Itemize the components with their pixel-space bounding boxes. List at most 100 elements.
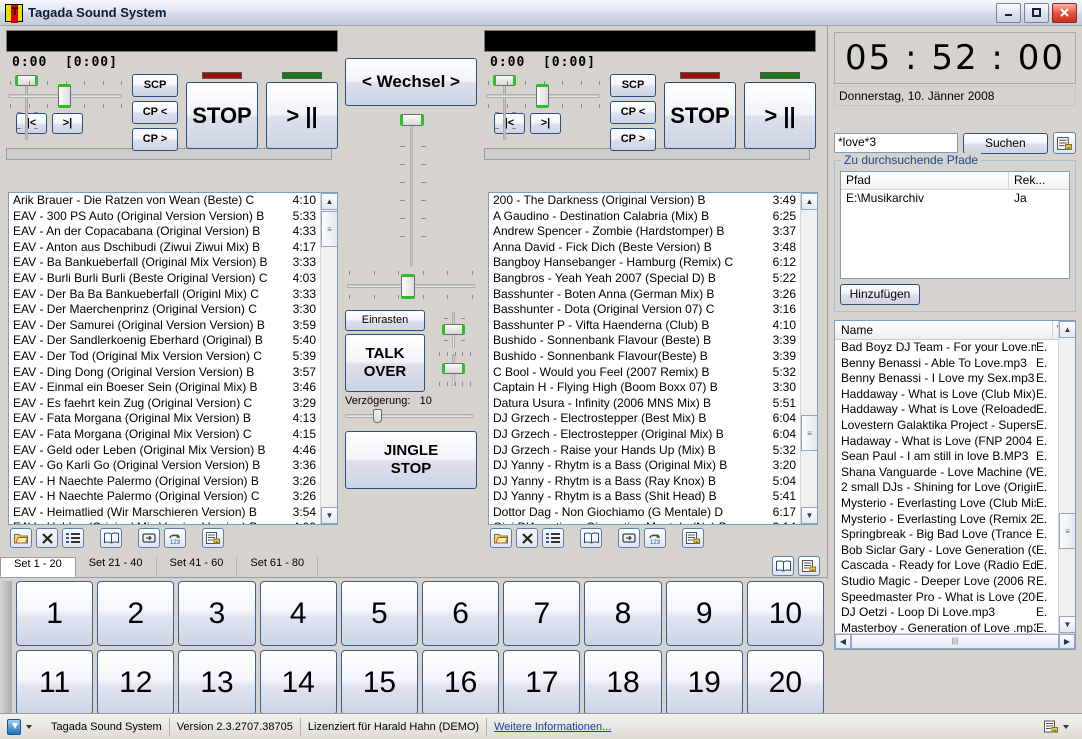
result-row[interactable]: Benny Benassi - Able To Love.mp3E. xyxy=(835,356,1058,372)
deck-right-cp-prev-button[interactable]: CP < xyxy=(610,101,656,124)
playlist-track-row[interactable]: Captain H - Flying High (Boom Boxx 07) B… xyxy=(489,380,800,396)
shuffle-123-icon[interactable]: 123 xyxy=(644,528,666,548)
playlist-track-row[interactable]: DJ Grzech - Electrostepper (Best Mix) B6… xyxy=(489,411,800,427)
statusbar-properties-icon[interactable] xyxy=(1044,720,1058,733)
pad-button-6[interactable]: 6 xyxy=(422,581,499,646)
result-row[interactable]: Bob Siclar Gary - Love Generation (Orig.… xyxy=(835,543,1058,559)
set-tab-1[interactable]: Set 1 - 20 xyxy=(0,557,76,577)
deck-right-scp-button[interactable]: SCP xyxy=(610,74,656,97)
paths-grid[interactable]: Pfad Rek... E:\Musikarchiv Ja xyxy=(840,171,1070,279)
playlist-track-row[interactable]: EAV - Ba Bankueberfall (Original Mix Ver… xyxy=(9,255,320,271)
pad-button-7[interactable]: 7 xyxy=(503,581,580,646)
playlist-track-row[interactable]: EAV - Es faehrt kein Zug (Original Versi… xyxy=(9,396,320,412)
search-input[interactable]: *love*3 xyxy=(834,133,958,153)
result-row[interactable]: Haddaway - What is Love (Reloaded ...E. xyxy=(835,402,1058,418)
deck-left-play-pause-button[interactable]: > || xyxy=(266,82,338,149)
deck-right-next-button[interactable]: >| xyxy=(530,113,561,134)
scroll-up-icon[interactable]: ▲ xyxy=(1059,321,1076,338)
deck-right-pitch-thumb[interactable] xyxy=(536,84,549,108)
open-folder-icon[interactable] xyxy=(490,528,512,548)
deck-left-next-button[interactable]: >| xyxy=(52,113,83,134)
playlist-track-row[interactable]: Dottor Dag - Non Giochiamo (G Mentale) D… xyxy=(489,505,800,521)
playlist-track-row[interactable]: Arik Brauer - Die Ratzen von Wean (Beste… xyxy=(9,193,320,209)
result-row[interactable]: DJ Oetzi - Loop Di Love.mp3E. xyxy=(835,605,1058,621)
deck-left-stop-button[interactable]: STOP xyxy=(186,82,258,149)
properties-icon[interactable] xyxy=(798,556,820,576)
pad-button-8[interactable]: 8 xyxy=(584,581,661,646)
playlist-track-row[interactable]: EAV - Heimatlied (Wir Marschieren Versio… xyxy=(9,505,320,521)
playlist-track-row[interactable]: EAV - Der Ba Ba Bankueberfall (Originl M… xyxy=(9,287,320,303)
result-row[interactable]: Haddaway - What is Love (Club Mix).mp3E. xyxy=(835,387,1058,403)
playlist-track-row[interactable]: EAV - Der Tod (Original Mix Version Vers… xyxy=(9,349,320,365)
playlist-track-row[interactable]: Gigi D'Agostino - Ginnastica Mentale (No… xyxy=(489,520,800,524)
crossfade-vertical-thumb[interactable] xyxy=(400,114,424,126)
pad-button-15[interactable]: 15 xyxy=(341,650,418,715)
repeat-icon[interactable] xyxy=(618,528,640,548)
result-row[interactable]: Shana Vanguarde - Love Machine (Wo...E. xyxy=(835,465,1058,481)
playlist-track-row[interactable]: DJ Grzech - Raise your Hands Up (Mix) B5… xyxy=(489,443,800,459)
playlist-track-row[interactable]: EAV - Anton aus Dschibudi (Ziwui Ziwui M… xyxy=(9,240,320,256)
playlist-track-row[interactable]: EAV - H Naechte Palermo (Original Versio… xyxy=(9,474,320,490)
statusbar-more-info-link[interactable]: Weitere Informationen... xyxy=(494,721,611,733)
result-row[interactable]: Mysterio - Everlasting Love (Remix 200..… xyxy=(835,512,1058,528)
result-row[interactable]: Hadaway - What is Love (FNP 2004 R...E. xyxy=(835,434,1058,450)
deck-left-prev-button[interactable]: |< xyxy=(16,113,47,134)
close-button[interactable] xyxy=(1052,3,1077,23)
result-row[interactable]: Speedmaster Pro - What is Love (2007)...… xyxy=(835,590,1058,606)
playlist-track-row[interactable]: A Gaudino - Destination Calabria (Mix) B… xyxy=(489,209,800,225)
deck-left-pitch-thumb[interactable] xyxy=(58,84,71,108)
paths-col-pfad[interactable]: Pfad xyxy=(841,172,1009,189)
result-row[interactable]: Cascada - Ready for Love (Radio Edit) ..… xyxy=(835,558,1058,574)
result-row[interactable]: Sean Paul - I am still in love B.MP3E. xyxy=(835,449,1058,465)
playlist-track-row[interactable]: EAV - Go Karli Go (Original Version Vers… xyxy=(9,458,320,474)
clear-list-icon[interactable] xyxy=(516,528,538,548)
scroll-down-icon[interactable]: ▼ xyxy=(1059,616,1076,633)
playlist-right-scroll-thumb[interactable]: ≡ xyxy=(801,415,818,451)
playlist-track-row[interactable]: DJ Yanny - Rhytm is a Bass (Shit Head) B… xyxy=(489,489,800,505)
pad-button-16[interactable]: 16 xyxy=(422,650,499,715)
results-hscrollbar[interactable]: ◀ |||| ▶ xyxy=(835,633,1075,649)
scroll-left-icon[interactable]: ◀ xyxy=(835,634,851,649)
pad-button-9[interactable]: 9 xyxy=(666,581,743,646)
playlist-track-row[interactable]: Bangbros - Yeah Yeah 2007 (Special D) B5… xyxy=(489,271,800,287)
minimize-button[interactable] xyxy=(996,3,1021,23)
wechsel-button[interactable]: < Wechsel > xyxy=(345,58,477,106)
set-tab-2[interactable]: Set 21 - 40 xyxy=(76,557,157,577)
playlist-track-row[interactable]: EAV - Geld oder Leben (Original Mix Vers… xyxy=(9,443,320,459)
search-results-list[interactable]: Name V Bad Boyz DJ Team - For your Love.… xyxy=(834,320,1076,650)
result-row[interactable]: Springbreak - Big Bad Love (Trance 30...… xyxy=(835,527,1058,543)
book-icon[interactable] xyxy=(772,556,794,576)
playlist-track-row[interactable]: Basshunter P - Vifta Haenderna (Club) B4… xyxy=(489,318,800,334)
playlist-track-row[interactable]: Bangboy Hansebanger - Hamburg (Remix) C6… xyxy=(489,255,800,271)
pad-scrollbar[interactable] xyxy=(2,581,12,715)
pad-button-14[interactable]: 14 xyxy=(260,650,337,715)
properties-icon[interactable] xyxy=(202,528,224,548)
search-options-icon[interactable] xyxy=(1053,132,1076,154)
playlist-left[interactable]: Arik Brauer - Die Ratzen von Wean (Beste… xyxy=(8,192,338,525)
deck-right-stop-button[interactable]: STOP xyxy=(664,82,736,149)
playlist-track-row[interactable]: DJ Grzech - Electrostepper (Original Mix… xyxy=(489,427,800,443)
pad-button-17[interactable]: 17 xyxy=(503,650,580,715)
pad-button-12[interactable]: 12 xyxy=(97,650,174,715)
playlist-track-row[interactable]: EAV - An der Copacabana (Original Versio… xyxy=(9,224,320,240)
statusbar-caret-icon[interactable] xyxy=(1063,725,1069,729)
book-icon[interactable] xyxy=(580,528,602,548)
set-tab-4[interactable]: Set 61 - 80 xyxy=(237,557,318,577)
results-scroll-thumb[interactable]: ≡ xyxy=(1059,513,1076,549)
pad-button-10[interactable]: 10 xyxy=(747,581,824,646)
scroll-down-icon[interactable]: ▼ xyxy=(801,507,818,524)
playlist-right-scrollbar[interactable]: ▲ ≡ ▼ xyxy=(800,193,817,524)
pad-button-3[interactable]: 3 xyxy=(178,581,255,646)
deck-left-cp-next-button[interactable]: CP > xyxy=(132,128,178,151)
result-row[interactable]: Mysterio - Everlasting Love (Club Mix 2.… xyxy=(835,496,1058,512)
result-row[interactable]: 2 small DJs - Shining for Love (Original… xyxy=(835,480,1058,496)
playlist-track-row[interactable]: C Bool - Would you Feel (2007 Remix) B5:… xyxy=(489,365,800,381)
playlist-track-row[interactable]: 200 - The Darkness (Original Version) B3… xyxy=(489,193,800,209)
playlist-track-row[interactable]: EAV - Fata Morgana (Original Mix Version… xyxy=(9,427,320,443)
playlist-left-scrollbar[interactable]: ▲ ≡ ▼ xyxy=(320,193,337,524)
playlist-track-row[interactable]: EAV - Helden (Original Mix Version Versi… xyxy=(9,520,320,524)
scroll-down-icon[interactable]: ▼ xyxy=(321,507,338,524)
repeat-icon[interactable] xyxy=(138,528,160,548)
book-icon[interactable] xyxy=(100,528,122,548)
playlist-track-row[interactable]: EAV - Fata Morgana (Original Mix Version… xyxy=(9,411,320,427)
